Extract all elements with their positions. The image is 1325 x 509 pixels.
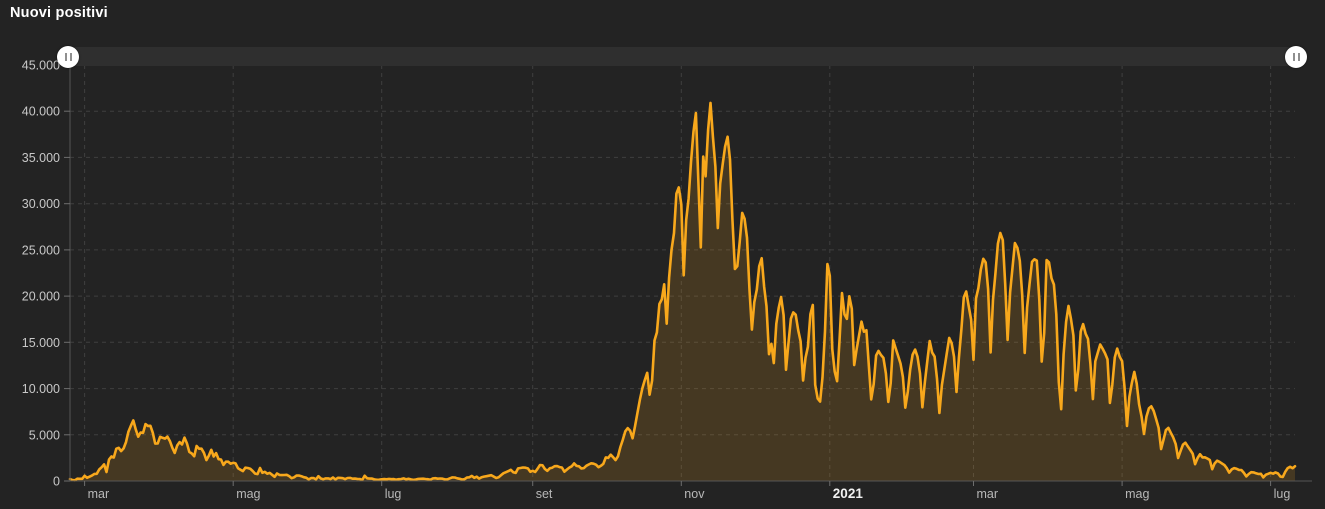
x-axis-label: lug — [385, 487, 402, 501]
y-axis-label: 35.000 — [22, 151, 60, 165]
x-axis-label: mar — [88, 487, 110, 501]
y-axis-label: 10.000 — [22, 382, 60, 396]
x-axis-label: mag — [1125, 487, 1149, 501]
y-axis-label: 15.000 — [22, 336, 60, 350]
y-axis-label: 0 — [53, 475, 60, 489]
x-axis-label: set — [536, 487, 553, 501]
chart-canvas: 0 5.000 10.000 15.000 20.000 25.000 30.000 35.0… — [22, 59, 1312, 501]
slider-handle-left[interactable] — [57, 46, 79, 68]
y-axis-label: 45.000 — [22, 59, 60, 73]
time-range-slider[interactable] — [68, 47, 1302, 66]
area-fill — [70, 102, 1295, 482]
y-axis-label: 20.000 — [22, 290, 60, 304]
x-axis-label: mag — [236, 487, 260, 501]
grip-vertical-icon — [63, 53, 73, 61]
x-axis-label: nov — [684, 487, 705, 501]
grip-vertical-icon — [1291, 53, 1301, 61]
y-axis-label: 25.000 — [22, 243, 60, 257]
x-axis-label: 2021 — [833, 486, 864, 501]
y-axis-label: 5.000 — [29, 428, 60, 442]
x-axis-label: lug — [1274, 487, 1291, 501]
y-axis-label: 30.000 — [22, 197, 60, 211]
slider-handle-right[interactable] — [1285, 46, 1307, 68]
x-axis-label: mar — [977, 487, 999, 501]
chart-plot-area[interactable] — [68, 101, 1297, 482]
y-axis-label: 40.000 — [22, 105, 60, 119]
